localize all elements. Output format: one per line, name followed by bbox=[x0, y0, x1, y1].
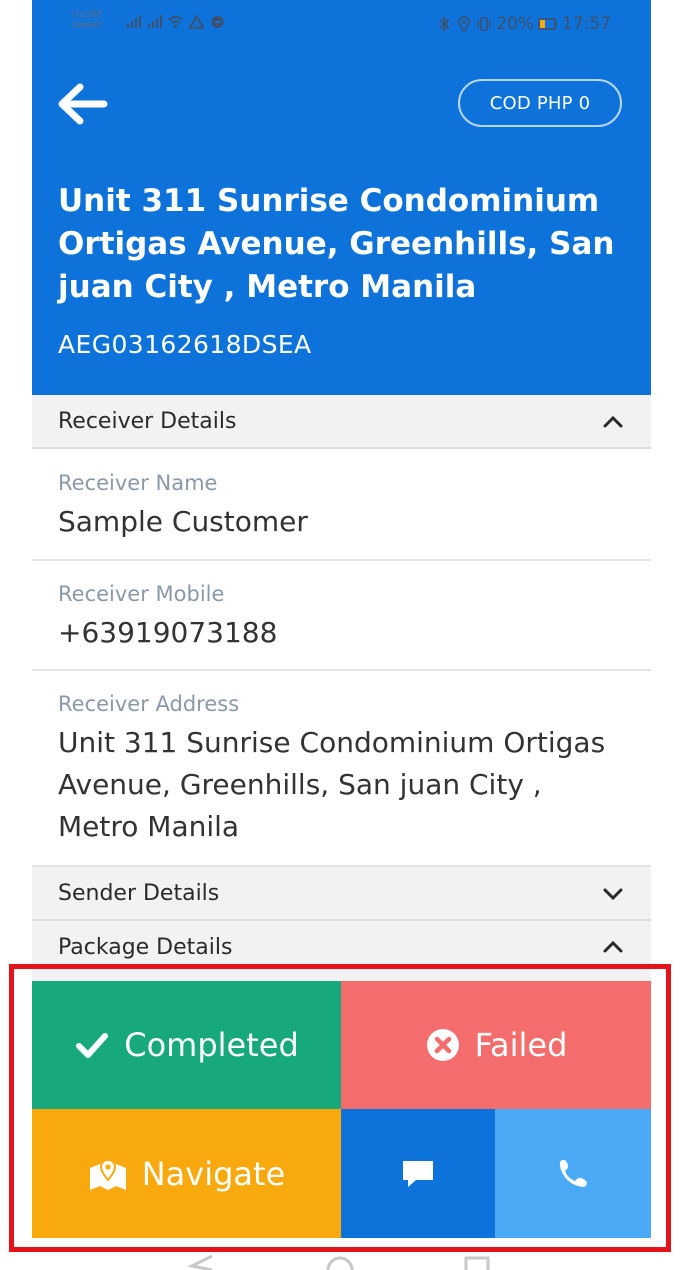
chevron-up-icon bbox=[603, 940, 623, 953]
field-label: Receiver Address bbox=[58, 692, 240, 716]
map-marker-icon bbox=[89, 1158, 126, 1190]
receiver-name-field: Receiver Name Sample Customer bbox=[32, 449, 651, 561]
field-label: Receiver Name bbox=[58, 471, 218, 495]
receiver-mobile-field: Receiver Mobile +63919073188 bbox=[32, 561, 651, 671]
home-nav-icon bbox=[326, 1256, 354, 1270]
back-arrow-icon[interactable] bbox=[56, 82, 108, 126]
completed-button[interactable]: Completed bbox=[32, 981, 341, 1109]
carrier-line-1: GLOBE bbox=[72, 10, 103, 20]
bluetooth-icon bbox=[439, 16, 450, 32]
status-bar: GLOBE SMART 20% 17:57 bbox=[32, 0, 651, 50]
cod-amount-badge: COD PHP 0 bbox=[458, 79, 622, 127]
phone-icon bbox=[559, 1159, 587, 1187]
signal-strength-icon bbox=[148, 15, 162, 28]
section-title: Receiver Details bbox=[58, 408, 237, 434]
clock: 17:57 bbox=[562, 14, 611, 34]
call-button[interactable] bbox=[495, 1109, 651, 1238]
battery-icon bbox=[538, 18, 557, 30]
navigate-button[interactable]: Navigate bbox=[32, 1109, 341, 1238]
field-value: Sample Customer bbox=[58, 505, 308, 538]
circle-x-icon bbox=[426, 1029, 459, 1061]
phone-screen: GLOBE SMART 20% 17:57 COD PHP 0 Unit 311… bbox=[32, 0, 651, 1270]
sender-details-header[interactable]: Sender Details bbox=[32, 867, 651, 921]
delivery-actions-panel: Completed Failed Navigate bbox=[32, 981, 651, 1238]
package-details-header[interactable]: Package Details bbox=[32, 921, 651, 981]
wifi-icon bbox=[168, 15, 183, 28]
navigate-label: Navigate bbox=[141, 1154, 286, 1193]
system-nav-bar bbox=[187, 1254, 490, 1270]
message-button[interactable] bbox=[341, 1109, 495, 1238]
delivery-address-title: Unit 311 Sunrise Condominium Ortigas Ave… bbox=[58, 183, 615, 305]
receiver-address-field: Receiver Address Unit 311 Sunrise Condom… bbox=[32, 671, 651, 867]
failed-label: Failed bbox=[474, 1026, 568, 1064]
carrier-label: GLOBE SMART bbox=[72, 10, 117, 32]
battery-percent: 20% bbox=[496, 14, 534, 34]
warning-icon bbox=[189, 15, 204, 29]
status-right: 20% 17:57 bbox=[436, 14, 611, 34]
tracking-number: AEG03162618DSEA bbox=[58, 330, 312, 359]
section-title: Package Details bbox=[58, 934, 233, 960]
chevron-down-icon bbox=[603, 888, 623, 901]
carrier-line-2: SMART bbox=[72, 21, 103, 31]
field-value: +63919073188 bbox=[58, 616, 278, 649]
recents-nav-icon bbox=[464, 1256, 490, 1270]
completed-label: Completed bbox=[124, 1026, 299, 1064]
field-value: Unit 311 Sunrise Condominium Ortigas Ave… bbox=[58, 726, 606, 843]
section-title: Sender Details bbox=[58, 880, 220, 906]
signal-icons bbox=[126, 15, 225, 29]
signal-strength-icon bbox=[127, 15, 141, 28]
checkmark-icon bbox=[76, 1033, 109, 1058]
notification-dot-icon bbox=[211, 16, 224, 28]
delivery-header: GLOBE SMART 20% 17:57 COD PHP 0 Unit 311… bbox=[32, 0, 651, 395]
chevron-up-icon bbox=[603, 415, 623, 428]
location-icon bbox=[458, 16, 471, 32]
receiver-details-header[interactable]: Receiver Details bbox=[32, 395, 651, 449]
back-nav-icon bbox=[187, 1254, 213, 1270]
failed-button[interactable]: Failed bbox=[341, 981, 651, 1109]
vibrate-icon bbox=[477, 17, 492, 31]
chat-bubble-icon bbox=[403, 1160, 433, 1187]
field-label: Receiver Mobile bbox=[58, 582, 225, 606]
